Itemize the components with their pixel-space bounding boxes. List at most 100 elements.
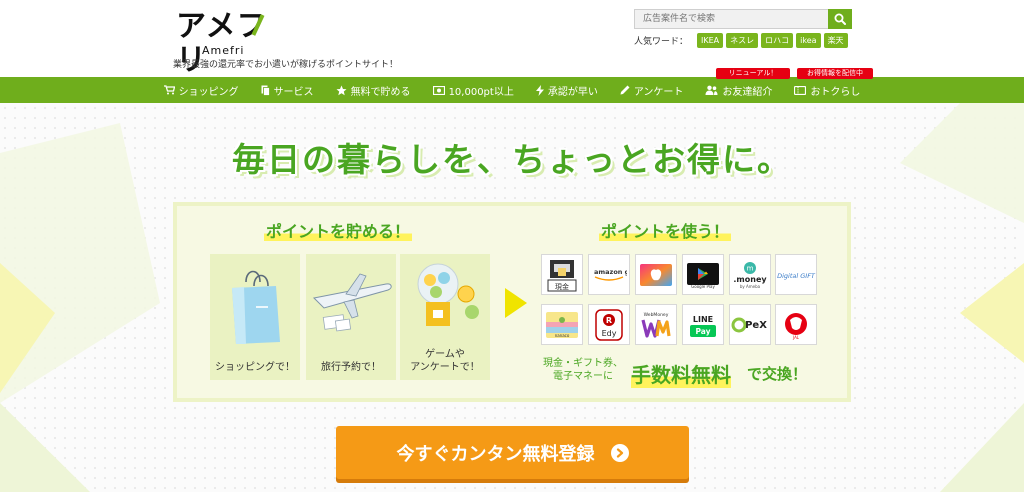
- nav-label: 承認が早い: [547, 86, 598, 98]
- exchange-edy[interactable]: R Edy: [588, 304, 630, 345]
- popular-keywords: 人気ワード： IKEA ネスレ ロハコ ikea 楽天: [634, 33, 848, 48]
- star-icon: [336, 85, 347, 95]
- site-logo[interactable]: アメフリ Amefri: [176, 10, 276, 78]
- nav-label: 10,000pt以上: [448, 86, 514, 98]
- nav-item-fast-approval[interactable]: 承認が早い: [525, 83, 609, 98]
- nav-label: ショッピング: [178, 86, 239, 98]
- gacha-icon: [417, 263, 479, 326]
- amazon-gift-label: amazon gift: [594, 268, 627, 276]
- exchange-apple-gift[interactable]: [635, 254, 677, 295]
- earn-card-travel: 旅行予約で！: [306, 254, 396, 380]
- nav-label: アンケート: [633, 86, 684, 98]
- use-heading: ポイントを使う！: [599, 218, 732, 242]
- users-icon: [705, 85, 718, 95]
- jal-label: JAL: [792, 335, 800, 340]
- exchange-small-line2: 電子マネーに: [553, 371, 613, 382]
- keyword-ikea-lower[interactable]: ikea: [796, 33, 821, 48]
- site-header: アメフリ Amefri 業界最強の還元率でお小遣いが稼げるポイントサイト！ 人気…: [0, 0, 1024, 78]
- keyword-rakuten[interactable]: 楽天: [823, 33, 848, 48]
- search-input[interactable]: [634, 9, 828, 29]
- nav-item-free[interactable]: 無料で貯める: [325, 83, 422, 98]
- exchange-small-line1: 現金・ギフト券、: [543, 358, 623, 369]
- nav-item-service[interactable]: サービス: [250, 83, 325, 98]
- exchange-callout-tail: で交換！: [747, 365, 808, 383]
- renewal-badge[interactable]: リニューアル！: [716, 68, 790, 79]
- pencil-icon: [620, 85, 630, 95]
- register-cta-label: 今すぐカンタン無料登録: [396, 443, 595, 465]
- google-play-icon: Google Play: [687, 262, 719, 289]
- apple-gift-icon: [640, 263, 672, 286]
- exchange-webmoney[interactable]: WebMoney: [635, 304, 677, 345]
- logo-subtext: Amefri: [202, 44, 245, 57]
- hero-section: 毎日の暮らしを、ちょっとお得に。 ポイントを貯める！ ポイントを使う！ ショッピ…: [0, 103, 1024, 492]
- document-icon: [261, 85, 270, 96]
- info-badge[interactable]: お得情報を配信中: [797, 68, 873, 79]
- keyword-ikea[interactable]: IKEA: [697, 33, 724, 48]
- exchange-nanaco[interactable]: nanaco: [541, 304, 583, 345]
- nav-item-otokurashi[interactable]: おトクらし: [783, 83, 871, 98]
- nav-label: お友達紹介: [722, 86, 773, 98]
- nav-item-shopping[interactable]: ショッピング: [153, 83, 250, 98]
- line-pay-icon: LINE Pay: [690, 315, 716, 337]
- keyword-nestle[interactable]: ネスレ: [726, 33, 759, 48]
- shopping-bag-icon: [232, 270, 280, 344]
- exchange-dot-money[interactable]: m .money by Ameba: [729, 254, 771, 295]
- keyword-lohaco[interactable]: ロハコ: [761, 33, 794, 48]
- google-play-label: Google Play: [691, 284, 715, 289]
- exchange-pex[interactable]: PeX: [729, 304, 771, 345]
- nav-item-survey[interactable]: アンケート: [609, 83, 695, 98]
- nav-item-10000pt[interactable]: 10,000pt以上: [422, 83, 525, 98]
- nav-label: おトクらし: [810, 86, 861, 98]
- jal-icon: JAL: [785, 312, 807, 340]
- dot-money-label: .money: [733, 275, 767, 284]
- main-nav: ショッピング サービス 無料で貯める 10,000pt以上 承認が早い アンケー…: [0, 77, 1024, 103]
- airplane-icon: [312, 273, 392, 332]
- edy-icon: R Edy: [595, 308, 623, 341]
- exchange-amazon-gift[interactable]: amazon gift: [588, 254, 630, 295]
- nanaco-label: nanaco: [555, 333, 570, 338]
- hero-headline: 毎日の暮らしを、ちょっとお得に。: [232, 140, 792, 179]
- amazon-gift-icon: amazon gift: [594, 268, 627, 281]
- popular-keywords-label: 人気ワード：: [634, 37, 689, 47]
- earn-card-label-line1: ゲームや: [425, 349, 465, 360]
- exchange-callout: 現金・ギフト券、 電子マネーに 手数料無料 で交換！: [537, 353, 827, 393]
- exchange-callout-big: 手数料無料: [631, 359, 731, 388]
- svg-text:R: R: [606, 316, 612, 325]
- pex-label: PeX: [745, 320, 767, 331]
- exchange-digital-gift[interactable]: Digital GIFT: [775, 254, 817, 295]
- nanaco-icon: nanaco: [546, 311, 578, 338]
- bolt-icon: [535, 84, 544, 96]
- webmoney-icon: WebMoney: [641, 312, 671, 338]
- digital-gift-icon: Digital GIFT: [777, 272, 816, 280]
- exchange-cash[interactable]: 現金: [541, 254, 583, 295]
- exchange-line-pay[interactable]: LINE Pay: [682, 304, 724, 345]
- earn-card-label-line2: アンケートで！: [410, 362, 480, 373]
- nav-label: サービス: [273, 86, 314, 98]
- ticket-icon: [794, 85, 807, 95]
- cart-icon: [163, 85, 175, 95]
- earn-card-shopping: ショッピングで！: [210, 254, 300, 380]
- exchange-google-play[interactable]: Google Play: [682, 254, 724, 295]
- earn-card-label: ゲームや アンケートで！: [400, 348, 490, 374]
- earn-heading: ポイントを貯める！: [264, 218, 413, 242]
- exchange-callout-small: 現金・ギフト券、 電子マネーに: [543, 357, 623, 383]
- cash-label: 現金: [555, 282, 569, 291]
- site-tagline: 業界最強の還元率でお小遣いが稼げるポイントサイト！: [173, 60, 399, 70]
- exchange-jal[interactable]: JAL: [775, 304, 817, 345]
- points-panel: ポイントを貯める！ ポイントを使う！ ショッピングで！ 旅行予約で！ ゲームや …: [173, 202, 851, 402]
- money-icon: [432, 85, 445, 95]
- earn-card-label: ショッピングで！: [215, 362, 295, 373]
- search-button[interactable]: [828, 9, 852, 29]
- nav-label: 無料で貯める: [350, 86, 411, 98]
- arrow-right-icon: [505, 288, 527, 318]
- earn-heading-text: ポイントを貯める！: [264, 222, 413, 241]
- nav-item-invite[interactable]: お友達紹介: [694, 83, 783, 98]
- exchange-options-grid: 現金 amazon gift: [541, 254, 817, 346]
- search-form: [634, 9, 852, 29]
- edy-label: Edy: [602, 329, 617, 338]
- atm-icon: 現金: [547, 259, 577, 291]
- search-icon: [834, 13, 846, 25]
- svg-text:LINE: LINE: [693, 315, 713, 324]
- use-heading-text: ポイントを使う！: [599, 222, 732, 241]
- register-cta-button[interactable]: 今すぐカンタン無料登録: [336, 426, 689, 479]
